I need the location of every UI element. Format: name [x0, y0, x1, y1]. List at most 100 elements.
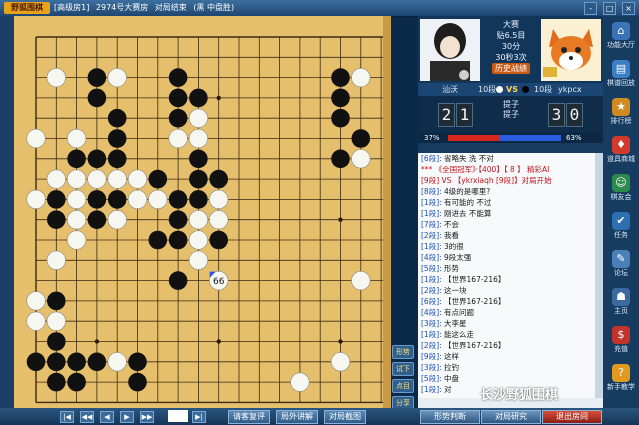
- close-button[interactable]: ×: [622, 2, 635, 15]
- chat-user[interactable]: [1段]:: [421, 209, 442, 218]
- tab-research[interactable]: 对局研究: [481, 410, 541, 424]
- chat-user[interactable]: [6段]:: [421, 154, 442, 163]
- black-stone: [87, 88, 107, 108]
- sidebar-item-3[interactable]: ★ 排行榜: [603, 96, 639, 134]
- sidebar-item-2[interactable]: ▤ 棋谱回放: [603, 58, 639, 96]
- byoyomi: 30秒3次: [495, 53, 527, 62]
- chat-user[interactable]: [1段]:: [421, 385, 442, 394]
- white-player-name[interactable]: ykpcx: [558, 83, 582, 96]
- score-middle: 提子 提子: [484, 100, 538, 120]
- black-player-name[interactable]: 汕沃: [442, 83, 458, 96]
- chat-text: 我看: [441, 231, 460, 240]
- white-stone: [87, 169, 107, 189]
- chat-user[interactable]: [6段]:: [421, 297, 442, 306]
- move-number-field[interactable]: [168, 410, 188, 422]
- chat-user[interactable]: [5段]:: [421, 374, 442, 383]
- coin-icon: $: [612, 326, 630, 344]
- people-icon: ☺: [612, 174, 630, 192]
- chat-user[interactable]: [2段]:: [421, 231, 442, 240]
- white-stone: [351, 67, 371, 88]
- chat-text: 【世界167-216】: [441, 297, 506, 306]
- chat-message: [7段]: 不会: [418, 219, 595, 230]
- chat-user[interactable]: [9段]:: [421, 352, 442, 361]
- white-stone: [107, 352, 127, 372]
- sidebar-item-6[interactable]: ✔ 任务: [603, 210, 639, 248]
- minimize-button[interactable]: -: [584, 2, 598, 15]
- chat-user[interactable]: [4段]:: [421, 253, 442, 262]
- fox-avatar-icon: [541, 19, 601, 81]
- chat-user[interactable]: [2段]:: [421, 286, 442, 295]
- black-stone: [87, 352, 107, 372]
- maximize-button[interactable]: □: [603, 2, 617, 15]
- black-stone: [107, 129, 127, 148]
- breadcrumb-match-room[interactable]: 2974号大赛房: [96, 3, 148, 12]
- chat-user[interactable]: [2段]:: [421, 341, 442, 350]
- sidebar-item-8[interactable]: ☗ 主页: [603, 286, 639, 324]
- chat-message: [1段]: 【世界167-216】: [418, 274, 595, 285]
- forward-one-button[interactable]: ▶: [120, 411, 134, 423]
- white-stone: [188, 210, 208, 230]
- chat-user[interactable]: [1段]:: [421, 198, 442, 207]
- white-stone: [209, 189, 229, 209]
- match-info: 大赛 贴6.5目 30分 30秒3次 历史战绩: [482, 19, 540, 81]
- chat-user[interactable]: [8段]:: [421, 187, 442, 196]
- avatar[interactable]: [420, 19, 480, 81]
- sidebar-item-label: 排行榜: [610, 117, 632, 125]
- chat-text: 大李星: [441, 319, 467, 328]
- sidebar-item-10[interactable]: ? 新手教学: [603, 362, 639, 400]
- go-board[interactable]: 66: [14, 16, 383, 408]
- sidebar-item-4[interactable]: ♦ 道具商城: [603, 134, 639, 172]
- chat-message: [3段]: 大李星: [418, 318, 595, 329]
- trophy-icon: ★: [612, 98, 630, 116]
- white-stone: [330, 352, 351, 372]
- chat-user[interactable]: [1段]:: [421, 275, 442, 284]
- breadcrumb-room[interactable]: [高级房1]: [54, 3, 89, 12]
- judge-button[interactable]: 形势: [392, 345, 414, 359]
- breadcrumb: [高级房1] 2974号大赛房 对局结束 (黑 中盘胜): [54, 2, 238, 14]
- white-stone: [290, 372, 310, 392]
- white-stone: [66, 189, 87, 209]
- chat-log[interactable]: [6段]: 省略失 洗 不对 *** 《全国冠军》·【400】【 8 】 精彩AI…: [418, 153, 595, 398]
- board-canvas[interactable]: 66: [14, 16, 383, 408]
- white-stone: [26, 189, 46, 209]
- tab-judge[interactable]: 形势判断: [420, 410, 480, 424]
- chat-text: 有点问题: [441, 308, 475, 317]
- black-win-rate: 37%: [424, 134, 440, 142]
- exit-room-button[interactable]: 退出房间: [542, 410, 602, 424]
- review-button[interactable]: 请客复评: [228, 410, 270, 424]
- trial-button[interactable]: 试下: [392, 362, 414, 376]
- last-move-button[interactable]: ▶|: [192, 411, 206, 423]
- back-one-button[interactable]: ◀: [100, 411, 114, 423]
- screenshot-button[interactable]: 对局截图: [324, 410, 366, 424]
- black-stone: [168, 190, 188, 209]
- back-ten-button[interactable]: ◀◀: [80, 411, 94, 423]
- first-move-button[interactable]: |◀: [60, 411, 74, 423]
- chat-text: 【世界167-216】: [441, 341, 506, 350]
- sidebar-item-7[interactable]: ✎ 论坛: [603, 248, 639, 286]
- black-stone: [168, 230, 188, 250]
- capture-label-top: 提子: [503, 100, 519, 109]
- chat-user[interactable]: [1段]:: [421, 242, 442, 251]
- chat-user[interactable]: [3段]:: [421, 319, 442, 328]
- black-stone: [189, 190, 208, 209]
- chat-user[interactable]: [4段]:: [421, 308, 442, 317]
- chat-user[interactable]: [3段]:: [421, 363, 442, 372]
- star-point: [338, 339, 343, 344]
- sidebar-item-5[interactable]: ☺ 棋友会: [603, 172, 639, 210]
- history-button[interactable]: 历史战绩: [492, 63, 530, 74]
- sidebar-item-9[interactable]: $ 充值: [603, 324, 639, 362]
- chat-scrollbar[interactable]: [595, 153, 603, 398]
- forward-ten-button[interactable]: ▶▶: [140, 411, 154, 423]
- black-stone: [128, 352, 147, 372]
- explain-button[interactable]: 局外讲解: [276, 410, 318, 424]
- chat-user[interactable]: [1段]:: [421, 330, 442, 339]
- chat-user[interactable]: [5段]:: [421, 264, 442, 273]
- count-button[interactable]: 点目: [392, 379, 414, 393]
- star-point: [94, 339, 100, 344]
- komi: 贴6.5目: [496, 31, 526, 40]
- avatar[interactable]: [541, 19, 601, 81]
- chat-text: 【世界167-216】: [441, 275, 506, 284]
- sidebar-item-1[interactable]: ⌂ 功能大厅: [603, 20, 639, 58]
- bottom-tabs: 形势判断 对局研究 退出房间: [418, 408, 603, 425]
- chat-user[interactable]: [7段]:: [421, 220, 442, 229]
